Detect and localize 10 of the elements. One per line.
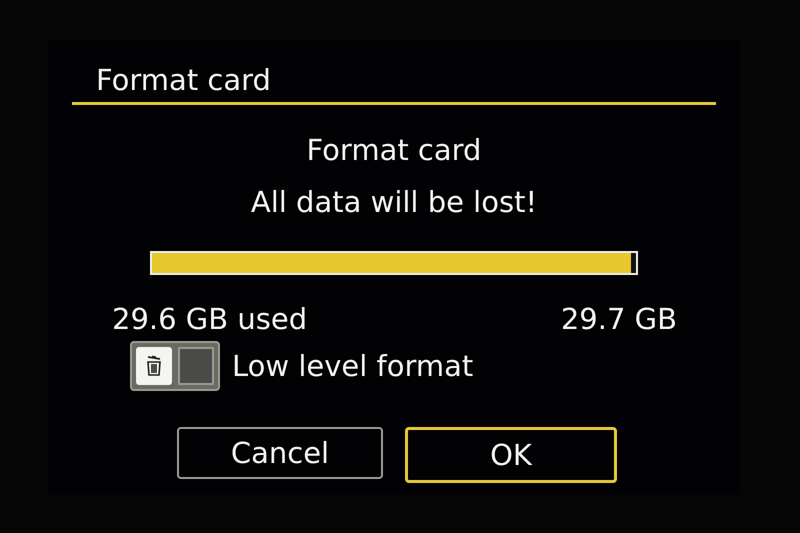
cancel-button[interactable]: Cancel [177,427,383,479]
toggle-switch[interactable] [130,341,220,391]
capacity-label: 29.7 GB [560,301,677,337]
used-label: 29.6 GB used [112,301,308,337]
option-label: Low level format [232,349,474,383]
screen-title: Format card [95,62,272,98]
trash-icon [144,355,164,377]
message-text: Format card [306,132,482,169]
message-text: All data will be lost! [250,184,538,221]
ok-button[interactable]: OK [405,427,617,483]
